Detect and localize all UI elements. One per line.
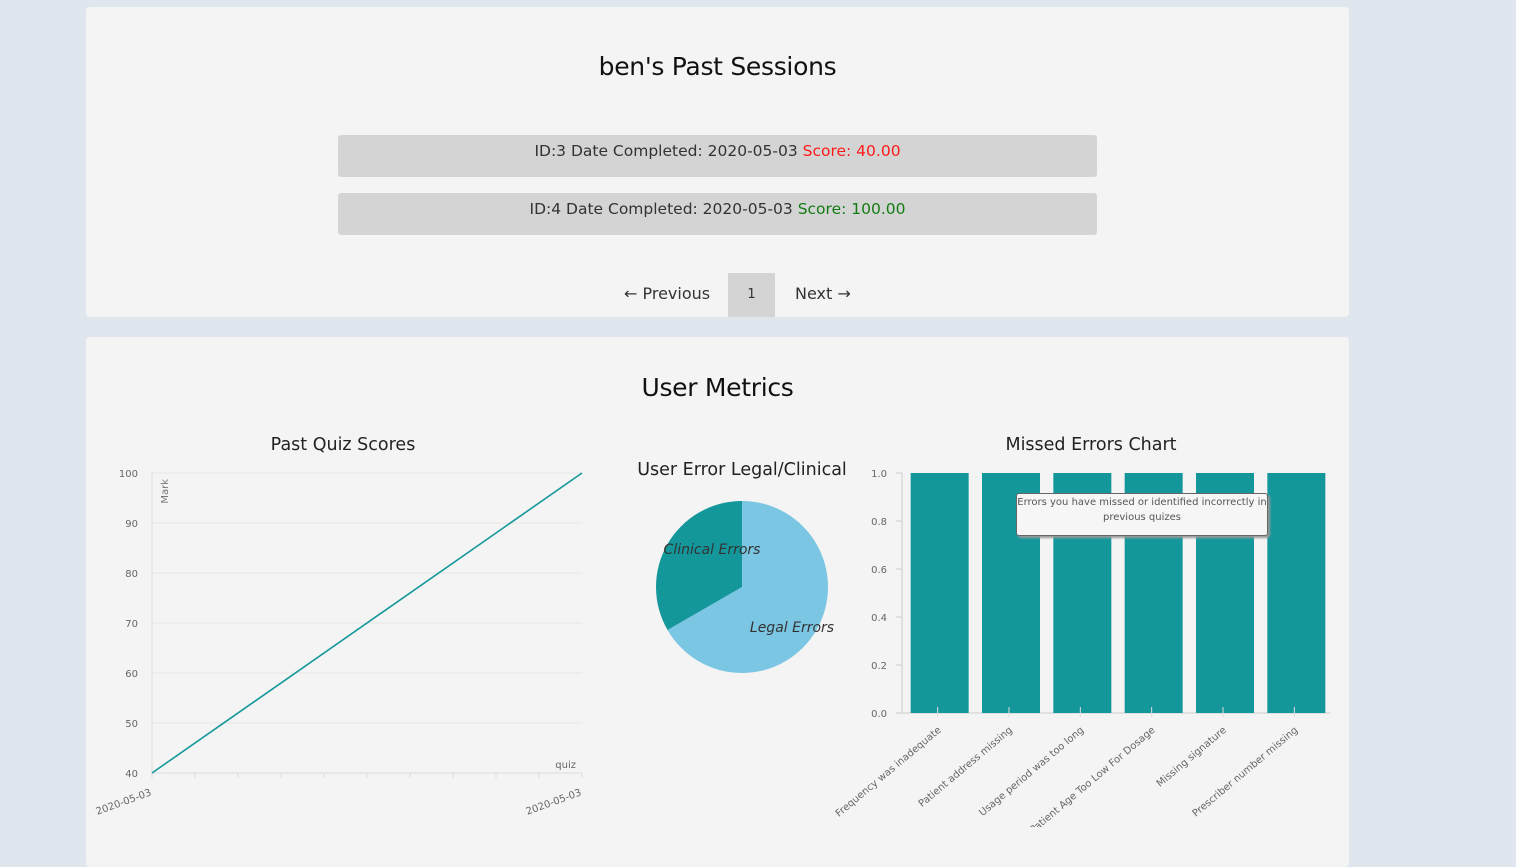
x-tick-label: Patient Age Too Low For Dosage <box>1028 725 1157 827</box>
bar <box>1267 473 1326 713</box>
next-page-link[interactable]: Next → <box>795 284 851 303</box>
past-sessions-card: ben's Past Sessions ID:3 Date Completed:… <box>86 7 1349 317</box>
metrics-title: User Metrics <box>641 373 794 402</box>
y-tick-label: 60 <box>125 669 138 680</box>
pie-label: Legal Errors <box>750 620 834 636</box>
y-tick-label: 1.0 <box>871 469 887 480</box>
x-tick-label: 2020-05-03 <box>525 787 583 817</box>
chart-tooltip: Errors you have missed or identified inc… <box>1016 493 1268 536</box>
pie-chart-title: User Error Legal/Clinical <box>637 460 847 480</box>
previous-page-link[interactable]: ← Previous <box>624 284 710 303</box>
y-axis-label: Mark <box>160 479 171 504</box>
session-score: Score: 100.00 <box>797 200 906 218</box>
y-tick-label: 0.4 <box>871 613 887 624</box>
x-tick-label: 2020-05-03 <box>95 787 153 817</box>
y-tick-label: 80 <box>125 569 138 580</box>
y-tick-label: 90 <box>125 519 138 530</box>
y-tick-label: 0.6 <box>871 565 887 576</box>
x-axis-label: quiz <box>555 760 576 771</box>
session-row[interactable]: ID:4 Date Completed: 2020-05-03 Score: 1… <box>338 193 1097 235</box>
page-number-current[interactable]: 1 <box>728 273 775 317</box>
past-quiz-scores-chart: 100 90 80 70 60 50 40 2020-05-03 2020-05-03 Mark q… <box>95 469 583 818</box>
pagination: ← Previous 1 Next → <box>86 273 1349 317</box>
bar-chart-title: Missed Errors Chart <box>1005 435 1177 455</box>
user-metrics-card: User Metrics Past Quiz Scores 100 90 80 70 6… <box>86 337 1349 867</box>
error-type-pie-chart: Legal Errors Clinical Errors <box>656 501 834 673</box>
session-info: ID:4 Date Completed: 2020-05-03 <box>529 200 798 218</box>
line-chart-title: Past Quiz Scores <box>270 435 416 455</box>
y-tick-label: 0.0 <box>871 709 887 720</box>
x-tick-label: Missing signature <box>1155 725 1229 790</box>
y-tick-label: 0.2 <box>871 661 887 672</box>
pie-label: Clinical Errors <box>664 542 761 558</box>
y-tick-label: 70 <box>125 619 138 630</box>
y-tick-label: 0.8 <box>871 517 887 528</box>
y-tick-label: 50 <box>125 719 138 730</box>
bar <box>910 473 969 713</box>
y-tick-label: 100 <box>119 469 138 480</box>
session-score: Score: 40.00 <box>802 142 901 160</box>
y-tick-label: 40 <box>125 769 138 780</box>
session-row[interactable]: ID:3 Date Completed: 2020-05-03 Score: 4… <box>338 135 1097 177</box>
sessions-title: ben's Past Sessions <box>598 52 837 81</box>
session-info: ID:3 Date Completed: 2020-05-03 <box>534 142 803 160</box>
